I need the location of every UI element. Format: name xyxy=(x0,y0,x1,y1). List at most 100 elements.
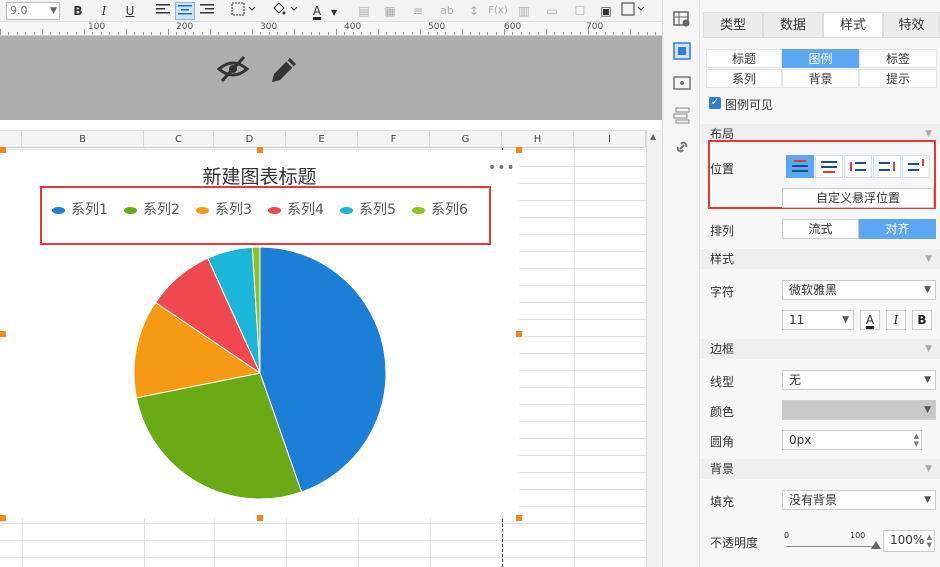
column-header-b[interactable]: B xyxy=(22,131,144,148)
resize-handle[interactable] xyxy=(0,331,6,337)
resize-handle[interactable] xyxy=(516,147,522,153)
legend-right-icon xyxy=(879,162,895,171)
image-icon[interactable]: ▭ xyxy=(544,2,560,20)
legend-item[interactable]: 系列6 xyxy=(412,200,468,220)
spin-up-icon[interactable]: ▲ xyxy=(914,432,919,440)
line-type-select[interactable]: 无 ▼ xyxy=(782,370,936,390)
opacity-input[interactable]: 100% ▲ ▼ xyxy=(883,530,935,552)
text-ab-button[interactable]: ab xyxy=(438,2,456,20)
arrange-align-button[interactable]: 对齐 xyxy=(859,219,936,239)
font-color-button[interactable]: A ▼ xyxy=(308,2,342,20)
legend-position-top-button[interactable] xyxy=(786,155,814,178)
chart-properties-icon[interactable] xyxy=(673,42,691,60)
formula-button[interactable]: F(x) xyxy=(488,2,508,20)
column-header-g[interactable]: G xyxy=(430,131,502,148)
border-color-select[interactable]: ▼ xyxy=(782,400,936,420)
align-right-button[interactable] xyxy=(198,2,216,20)
chart-title[interactable]: 新建图表标题 xyxy=(0,162,519,189)
legend-item[interactable]: 系列1 xyxy=(52,200,108,220)
resize-handle[interactable] xyxy=(257,147,263,153)
custom-float-position-button[interactable]: 自定义悬浮位置 xyxy=(782,188,934,208)
frame-button[interactable] xyxy=(620,2,646,20)
subtab-background[interactable]: 背景 xyxy=(782,69,859,88)
spin-down-icon[interactable]: ▼ xyxy=(927,541,932,549)
link-icon[interactable] xyxy=(673,138,691,156)
legend-position-right-button[interactable] xyxy=(873,155,901,178)
font-size-select[interactable]: 11 ▼ xyxy=(782,310,854,330)
resize-handle[interactable] xyxy=(257,515,263,521)
ruler-tick xyxy=(647,32,648,35)
checkbox-icon[interactable]: ☐ xyxy=(572,2,588,20)
chevron-up-icon[interactable]: ▲ xyxy=(650,132,656,141)
column-header-i[interactable]: I xyxy=(574,131,646,148)
subtab-label[interactable]: 标签 xyxy=(859,49,937,68)
tab-effects[interactable]: 特效 xyxy=(883,12,940,38)
bold-button[interactable]: B xyxy=(912,310,932,330)
chevron-down-icon: ▼ xyxy=(925,254,932,264)
background-section[interactable]: 背景 ▼ xyxy=(700,459,940,479)
radius-input[interactable]: 0px ▲ ▼ xyxy=(782,430,922,450)
opacity-value: 100% xyxy=(890,533,925,547)
tab-style[interactable]: 样式 xyxy=(823,12,883,38)
sort-icon[interactable]: ↕ xyxy=(466,2,482,20)
column-header-f[interactable]: F xyxy=(358,131,430,148)
widget-icon[interactable] xyxy=(673,74,691,92)
font-family-select[interactable]: 微软雅黑 ▼ xyxy=(782,280,936,300)
resize-handle[interactable] xyxy=(0,147,6,153)
cell-properties-icon[interactable] xyxy=(673,10,691,28)
subtab-series[interactable]: 系列 xyxy=(706,69,782,88)
fill-color-button[interactable] xyxy=(268,2,302,20)
resize-handle[interactable] xyxy=(0,515,6,521)
subtab-tooltip[interactable]: 提示 xyxy=(859,69,937,88)
legend-position-top-right-button[interactable] xyxy=(902,155,930,178)
resize-handle[interactable] xyxy=(516,331,522,337)
layers-icon[interactable] xyxy=(673,106,691,124)
italic-button[interactable]: I xyxy=(96,2,112,20)
ruler-tick xyxy=(227,32,228,35)
legend-position-left-button[interactable] xyxy=(844,155,872,178)
ruler-tick xyxy=(92,32,93,35)
legend-item[interactable]: 系列2 xyxy=(124,200,180,220)
fill-select[interactable]: 没有背景 ▼ xyxy=(782,490,936,510)
legend-item[interactable]: 系列3 xyxy=(196,200,252,220)
column-header-c[interactable]: C xyxy=(144,131,214,148)
align-center-button[interactable] xyxy=(175,2,195,20)
font-size-select[interactable]: 9.0 ▼ xyxy=(6,2,60,20)
subtab-title[interactable]: 标题 xyxy=(706,49,782,68)
column-header-h[interactable]: H xyxy=(502,131,574,148)
cell-element-icon[interactable]: ▣ xyxy=(598,2,614,20)
legend-visible-checkbox[interactable]: ✓ xyxy=(709,97,721,109)
underline-button[interactable]: U xyxy=(122,2,138,20)
table-icon[interactable]: ▦ xyxy=(382,2,398,20)
column-header-e[interactable]: E xyxy=(286,131,358,148)
align-left-button[interactable] xyxy=(154,2,172,20)
pie-chart[interactable] xyxy=(120,238,400,508)
bold-button[interactable]: B xyxy=(70,2,86,20)
border-button[interactable] xyxy=(228,2,260,20)
arrange-flow-button[interactable]: 流式 xyxy=(782,219,859,239)
legend-position-bottom-button[interactable] xyxy=(815,155,843,178)
chart-icon[interactable]: ▥ xyxy=(516,2,532,20)
subtab-legend[interactable]: 图例 xyxy=(782,49,859,68)
spin-up-icon[interactable]: ▲ xyxy=(927,533,932,541)
italic-button[interactable]: I xyxy=(886,310,906,330)
insert-row-icon[interactable]: ≡ xyxy=(410,2,426,20)
side-icon-bar xyxy=(662,0,700,567)
vertical-scrollbar[interactable]: ▲ xyxy=(646,130,662,567)
resize-handle[interactable] xyxy=(516,515,522,521)
tab-type[interactable]: 类型 xyxy=(703,12,763,38)
more-options-icon[interactable]: ••• xyxy=(488,160,516,176)
border-section[interactable]: 边框 ▼ xyxy=(700,339,940,359)
font-color-button[interactable]: A xyxy=(860,310,880,330)
opacity-slider-track[interactable] xyxy=(786,546,876,547)
merge-icon[interactable]: ▤ xyxy=(356,2,372,20)
column-header-d[interactable]: D xyxy=(214,131,286,148)
pencil-icon[interactable] xyxy=(268,54,300,86)
spin-down-icon[interactable]: ▼ xyxy=(914,440,919,448)
legend-item[interactable]: 系列5 xyxy=(340,200,396,220)
tab-data[interactable]: 数据 xyxy=(763,12,823,38)
style-section[interactable]: 样式 ▼ xyxy=(700,249,940,269)
opacity-slider-thumb[interactable] xyxy=(871,541,881,549)
legend-item[interactable]: 系列4 xyxy=(268,200,324,220)
eye-off-icon[interactable] xyxy=(216,54,250,84)
